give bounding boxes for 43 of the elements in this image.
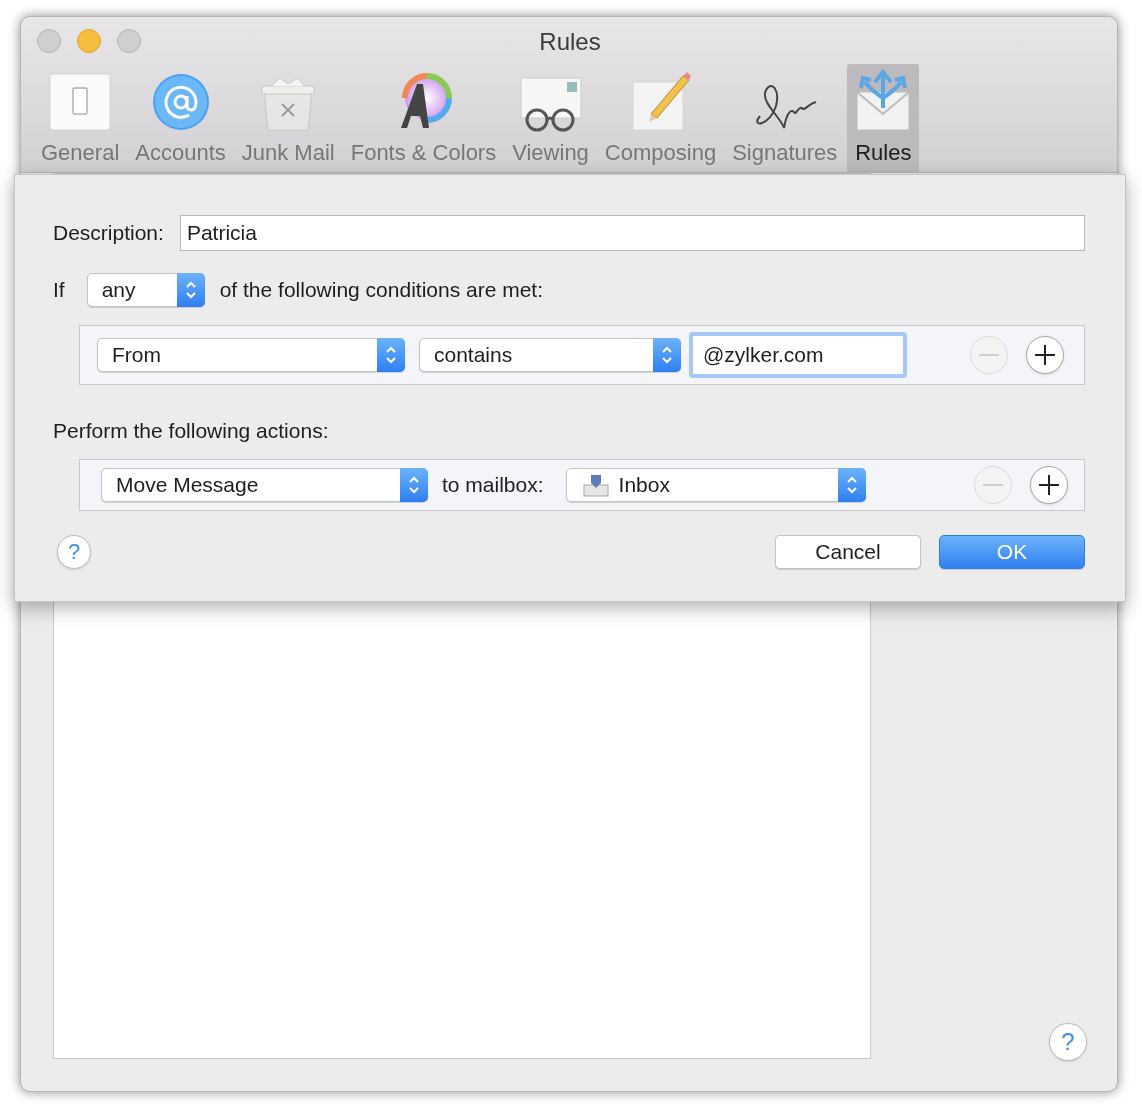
toolbar-tab[interactable]: General [35, 64, 126, 172]
toolbar-tab[interactable]: Fonts & Colors [344, 64, 503, 172]
minus-icon [978, 354, 1000, 356]
operator-dropdown[interactable]: contains [419, 338, 681, 372]
plus-icon [1034, 344, 1056, 366]
mailbox-dropdown[interactable]: Inbox [565, 467, 866, 502]
add-condition-button[interactable] [1026, 336, 1064, 374]
actions-label: Perform the following actions: [53, 419, 329, 442]
minus-icon [982, 483, 1004, 486]
toolbar-tab[interactable]: Signatures [726, 64, 844, 172]
toolbar-tab[interactable]: Composing [598, 64, 723, 172]
toolbar-tab[interactable]: Viewing [506, 64, 595, 172]
plus-icon [1038, 473, 1060, 496]
up-down-chevron-icon [385, 345, 397, 365]
glasses-icon [518, 76, 583, 132]
to-mailbox-label: to mailbox: [442, 471, 544, 498]
conditions-label: of the following conditions are met: [219, 277, 544, 304]
value-field[interactable]: @zylker.com [689, 332, 907, 378]
match-dropdown[interactable]: any [86, 273, 205, 307]
toolbar-tab[interactable]: Junk Mail [235, 64, 341, 172]
at-sign-icon [150, 72, 211, 132]
zoom-window-button[interactable] [117, 29, 141, 53]
add-action-button[interactable] [1030, 465, 1068, 504]
field-dropdown[interactable]: From [97, 338, 405, 372]
help-button[interactable]: ? [1049, 1023, 1087, 1061]
action-dropdown[interactable]: Move Message [101, 467, 428, 502]
toolbar-tab[interactable]: Rules [847, 64, 920, 172]
minimize-window-button[interactable] [77, 29, 101, 53]
up-down-chevron-icon [661, 345, 673, 365]
window-title: Rules [539, 26, 601, 57]
cancel-button[interactable]: Cancel [775, 534, 921, 569]
toolbar-tab[interactable]: Accounts [129, 64, 232, 172]
help-button[interactable]: ? [57, 534, 91, 569]
description-field[interactable]: Patricia [179, 215, 1085, 251]
switch-icon [48, 72, 113, 132]
close-window-button[interactable] [37, 29, 61, 53]
description-label: Description: [53, 220, 164, 247]
inbox-tray-icon [582, 472, 609, 497]
if-label: If [53, 277, 65, 304]
ok-button[interactable]: OK [939, 534, 1085, 569]
up-down-chevron-icon [184, 280, 197, 300]
up-down-chevron-icon [845, 474, 858, 495]
up-down-chevron-icon [408, 474, 420, 495]
